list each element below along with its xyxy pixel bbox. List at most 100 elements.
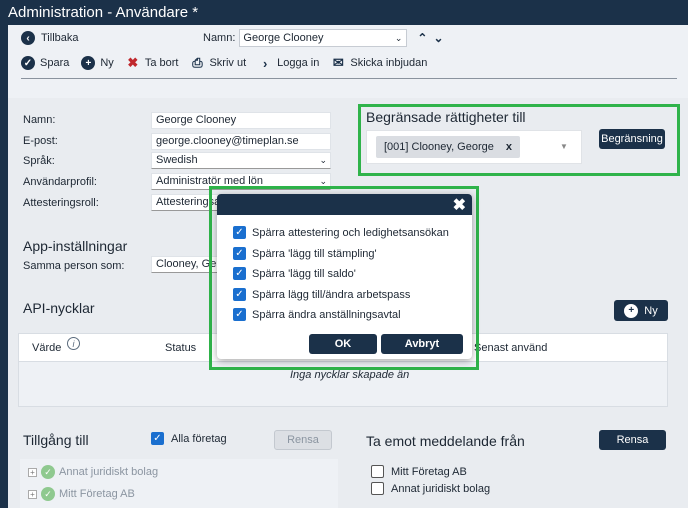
send-invite-label: Skicka inbjudan [350,57,428,69]
column-value: Värde [32,342,62,354]
dialog-option[interactable]: ✓ Spärra 'lägg till saldo' [233,267,356,280]
attest-role-label: Attesteringsroll: [23,197,99,209]
check-circle-icon: ✓ [41,465,55,479]
app-settings-title: App-inställningar [23,238,128,254]
login-label: Logga in [277,57,320,69]
close-icon[interactable]: ✖ [453,195,466,215]
close-icon: ✖ [127,55,139,70]
tree-item-label: Annat juridiskt bolag [59,466,159,478]
user-profile-label: Användarprofil: [23,176,97,188]
dialog-option[interactable]: ✓ Spärra ändra anställningsavtal [233,308,401,321]
back-button[interactable]: ‹ Tillbaka [21,29,79,47]
messages-clear-button[interactable]: Rensa [599,430,666,450]
restriction-chip: [001] Clooney, George x [376,136,520,158]
chevron-right-icon: › [262,55,268,71]
previous-user-button[interactable]: ⌃ [417,31,427,45]
expand-icon[interactable]: + [28,489,37,499]
user-select[interactable]: George Clooney ⌄ [239,29,408,47]
envelope-icon: ✉ [332,55,344,70]
dialog-option-label: Spärra 'lägg till saldo' [252,267,356,280]
save-button[interactable]: ✓ Spara [21,56,69,70]
new-api-key-label: Ny [644,304,658,317]
dialog-header: ✖ [217,194,472,215]
dropdown-caret-icon[interactable]: ▼ [560,142,568,151]
tree-item[interactable]: + ✓ Annat juridiskt bolag [28,465,158,479]
api-keys-empty-message: Inga nycklar skapade än [290,369,410,381]
toolbar-divider [21,78,677,79]
dialog-option-label: Spärra ändra anställningsavtal [252,308,401,321]
email-field[interactable]: george.clooney@timeplan.se [151,133,331,150]
dialog-option-checkbox[interactable]: ✓ [233,226,246,239]
message-option-label: Annat juridiskt bolag [391,482,491,495]
message-option-label: Mitt Företag AB [391,465,467,478]
printer-icon: ⎙ [192,55,203,70]
new-api-key-button[interactable]: + Ny [614,300,668,321]
toolbar: ✓ Spara + Ny ✖ Ta bort ⎙ Skriv ut › Logg… [21,54,427,72]
chip-remove-icon[interactable]: x [506,141,512,153]
info-icon[interactable]: i [67,337,80,350]
dialog-option-label: Spärra 'lägg till stämpling' [252,247,377,260]
left-strip [0,25,8,508]
expand-icon[interactable]: + [28,467,37,477]
api-keys-title: API-nycklar [23,300,95,316]
delete-button[interactable]: ✖ Ta bort [126,55,179,70]
cancel-button[interactable]: Avbryt [381,334,463,354]
message-option-checkbox[interactable] [371,465,384,478]
dialog-option-checkbox[interactable]: ✓ [233,247,246,260]
message-option[interactable]: Mitt Företag AB [371,465,467,478]
plus-circle-icon: + [624,303,639,318]
arrow-left-icon: ‹ [21,31,35,45]
restrictions-title: Begränsade rättigheter till [366,109,526,125]
all-companies-checkbox[interactable]: ✓ [151,432,164,445]
user-select-value: George Clooney [243,32,324,44]
message-option-checkbox[interactable] [371,482,384,495]
save-label: Spara [40,57,70,69]
ok-button[interactable]: OK [309,334,377,354]
check-circle-icon: ✓ [21,56,35,70]
language-select[interactable]: Swedish ⌄ [151,152,331,169]
restriction-dialog: ✖ ✓ Spärra attestering och ledighetsansö… [217,194,472,359]
check-circle-icon: ✓ [41,487,55,501]
access-clear-button[interactable]: Rensa [274,430,332,450]
same-person-label: Samma person som: [23,260,125,272]
dialog-option-label: Spärra attestering och ledighetsansökan [252,226,449,239]
delete-label: Ta bort [144,57,179,69]
login-button[interactable]: › Logga in [258,55,320,71]
plus-circle-icon: + [81,56,96,70]
access-title: Tillgång till [23,432,89,448]
user-picker: Namn: George Clooney ⌄ ⌃ ⌄ [203,29,444,47]
dialog-option-label: Spärra lägg till/ändra arbetspass [252,288,411,301]
column-last-used: Senast använd [474,342,548,354]
all-companies-toggle[interactable]: ✓ Alla företag [151,432,227,445]
name-label: Namn: [23,114,56,126]
dialog-option-checkbox[interactable]: ✓ [233,288,246,301]
next-user-button[interactable]: ⌄ [433,31,443,45]
dialog-option-checkbox[interactable]: ✓ [233,308,246,321]
chevron-down-icon: ⌄ [394,32,403,43]
back-label: Tillbaka [41,32,79,44]
send-invite-button[interactable]: ✉ Skicka inbjudan [331,55,428,70]
chevron-down-icon: ⌄ [319,155,327,165]
name-field[interactable]: George Clooney [151,112,331,129]
tree-item[interactable]: + ✓ Mitt Företag AB [28,487,135,501]
message-option[interactable]: Annat juridiskt bolag [371,482,490,495]
language-value: Swedish [156,154,198,166]
same-person-value: Clooney, Ge [156,258,217,270]
restriction-chip-label: [001] Clooney, George [384,141,494,153]
tree-item-label: Mitt Företag AB [59,488,135,500]
print-label: Skriv ut [209,57,247,69]
print-button[interactable]: ⎙ Skriv ut [190,55,247,70]
dialog-option-checkbox[interactable]: ✓ [233,267,246,280]
all-companies-label: Alla företag [171,432,227,445]
email-label: E-post: [23,135,58,147]
new-label: Ny [100,57,114,69]
name-picker-label: Namn: [203,32,236,44]
dialog-option[interactable]: ✓ Spärra attestering och ledighetsansöka… [233,226,449,239]
messages-title: Ta emot meddelande från [366,433,525,449]
new-button[interactable]: + Ny [81,56,114,70]
dialog-option[interactable]: ✓ Spärra lägg till/ändra arbetspass [233,288,410,301]
column-status: Status [165,342,197,354]
language-label: Språk: [23,155,55,167]
dialog-option[interactable]: ✓ Spärra 'lägg till stämpling' [233,247,377,260]
restriction-button[interactable]: Begränsning [599,129,665,149]
